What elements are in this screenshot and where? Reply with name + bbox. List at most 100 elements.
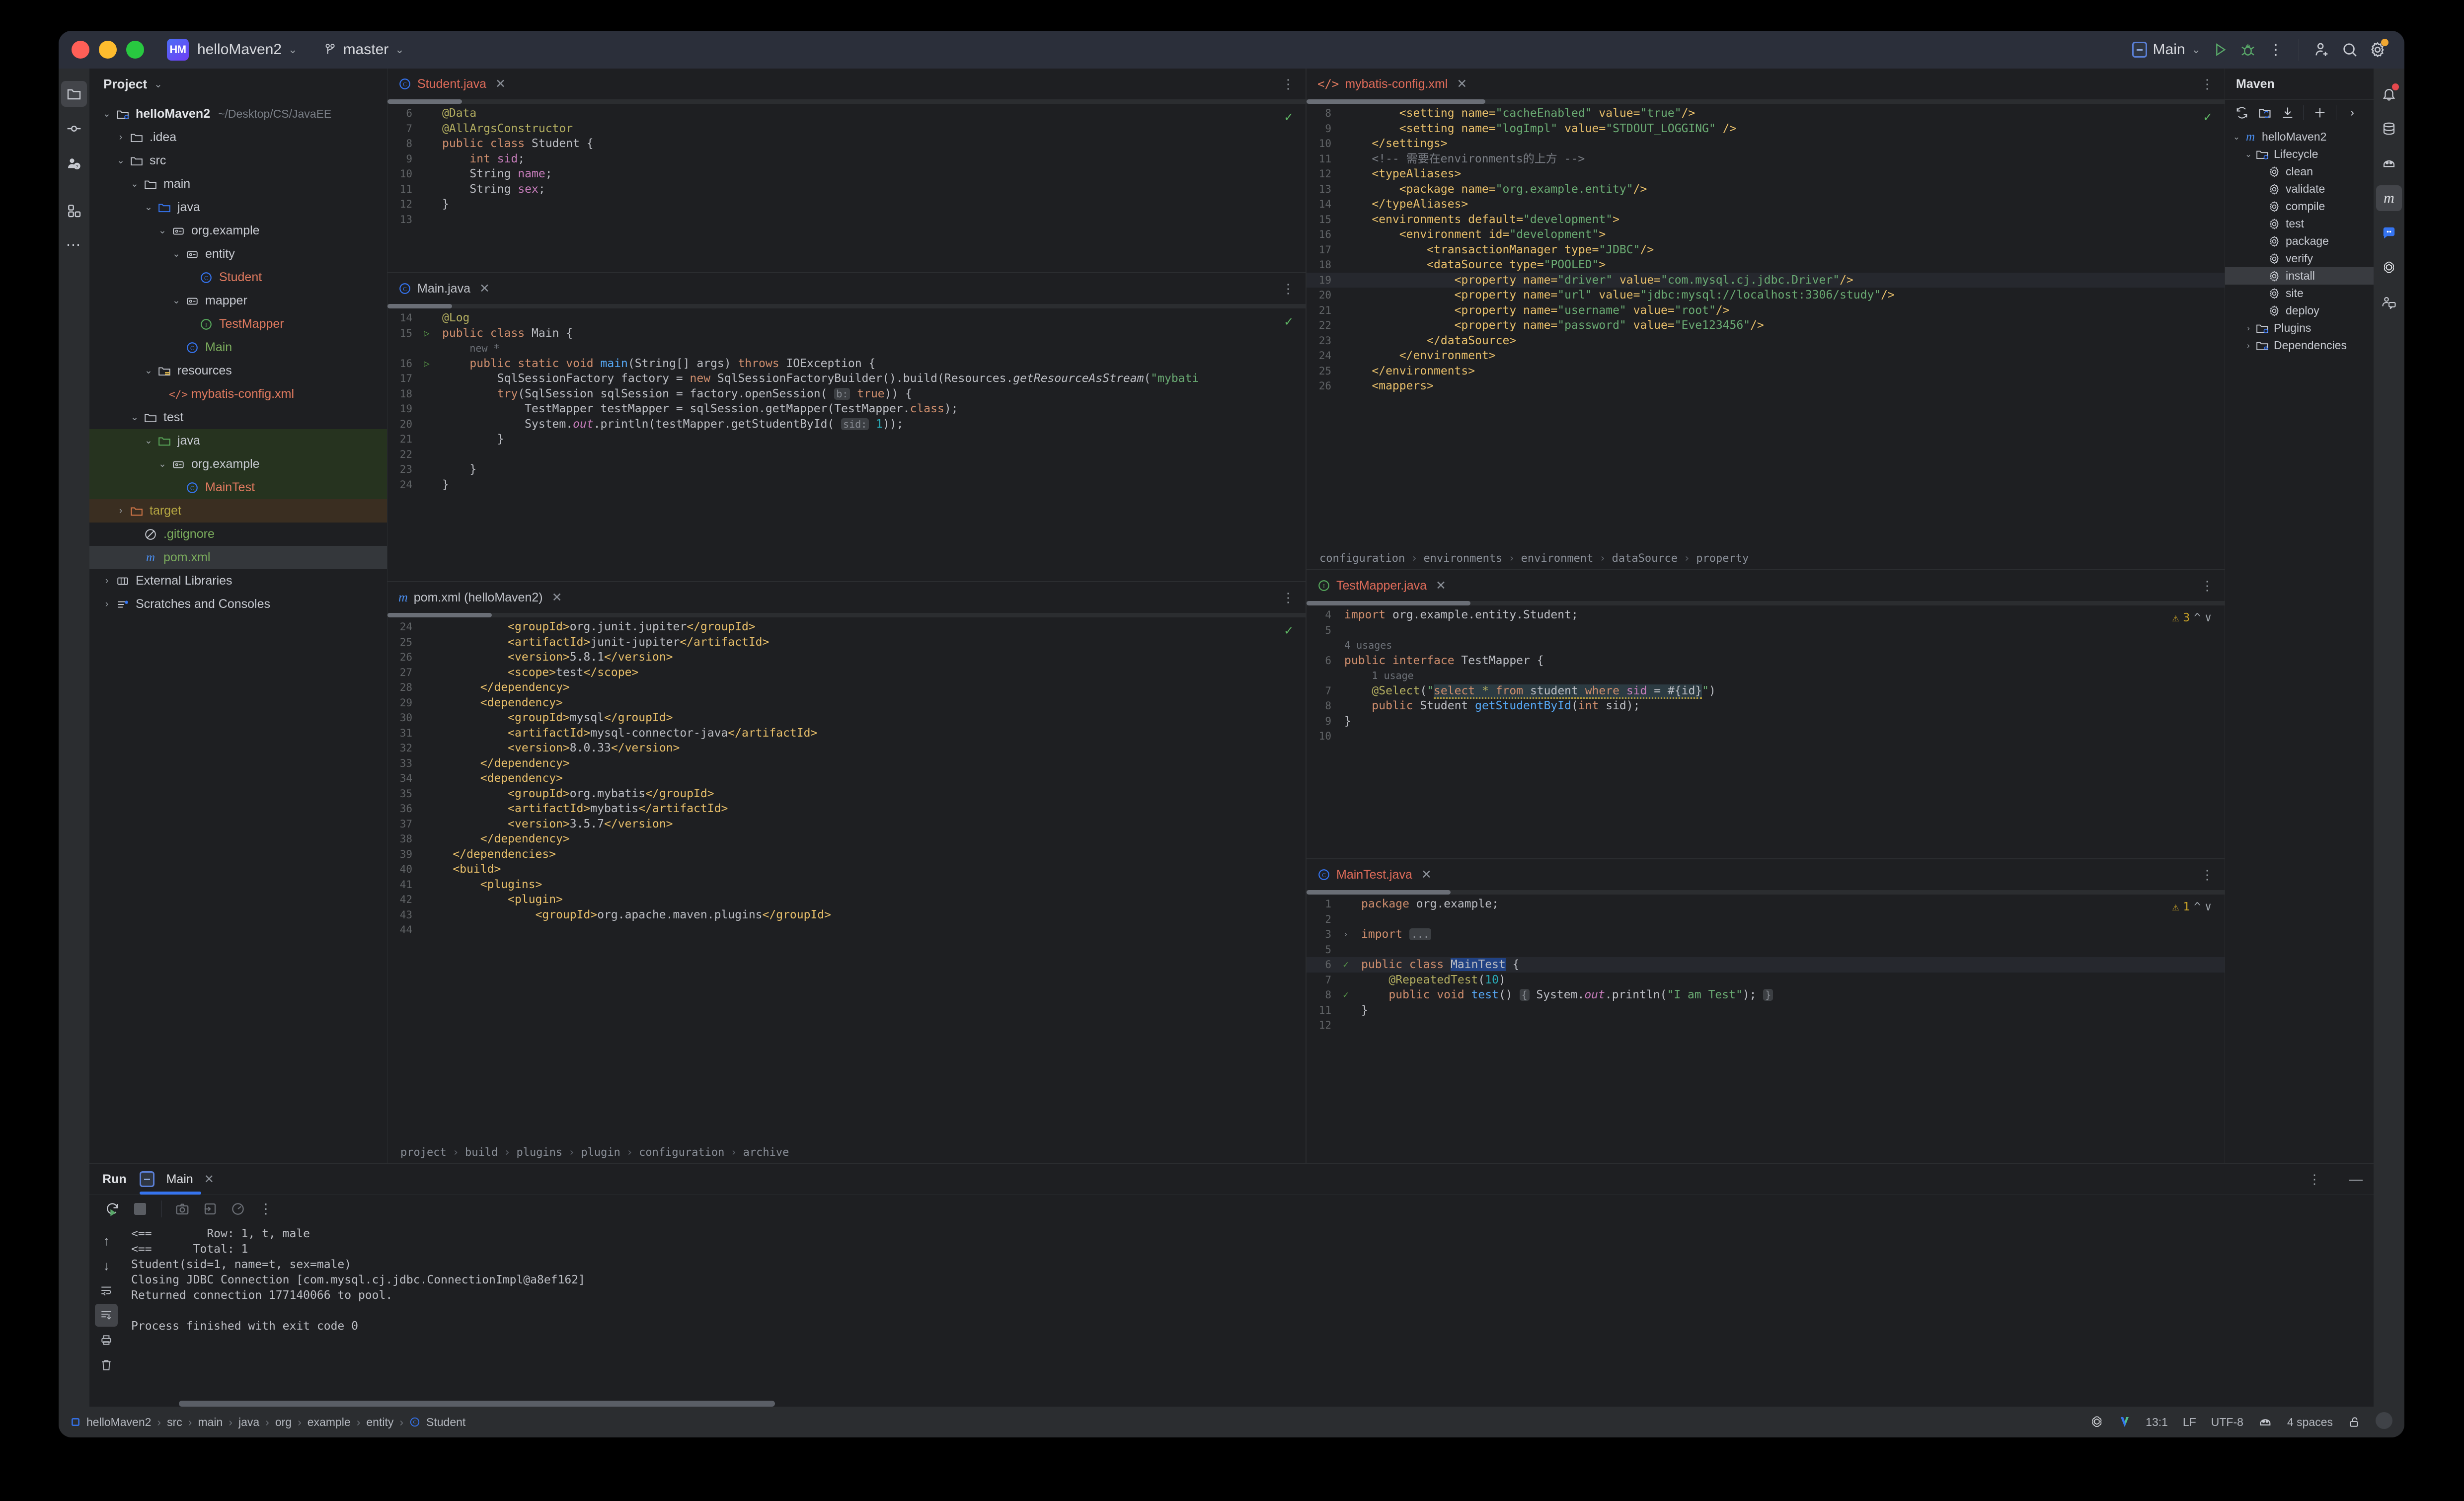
screenshot-button[interactable] bbox=[169, 1196, 195, 1222]
tab-maintest-java[interactable]: C MainTest.java ✕ ⋮ bbox=[1307, 859, 2225, 890]
expand-maven-toolbar-button[interactable]: › bbox=[2342, 103, 2362, 123]
chevron-down-icon[interactable]: ⌄ bbox=[2230, 132, 2243, 142]
project-tool-window-button[interactable] bbox=[61, 81, 87, 107]
gutter-marker[interactable]: › bbox=[1337, 927, 1354, 942]
maven-tree-item-validate[interactable]: validate bbox=[2225, 180, 2374, 198]
maven-tree-item-clean[interactable]: clean bbox=[2225, 163, 2374, 180]
close-icon[interactable]: ✕ bbox=[1421, 867, 1432, 882]
close-icon[interactable]: ✕ bbox=[495, 76, 506, 91]
gutter-marker[interactable]: ✓ bbox=[1337, 987, 1354, 1003]
kebab-icon[interactable]: ⋮ bbox=[1282, 591, 1295, 604]
console-horizontal-scrollbar[interactable] bbox=[89, 1401, 2374, 1407]
run-configuration-selector[interactable]: Main ⌄ bbox=[2127, 37, 2206, 63]
maven-tree-item-test[interactable]: test bbox=[2225, 215, 2374, 232]
close-icon[interactable]: ✕ bbox=[552, 590, 562, 605]
status-breadcrumb-item[interactable]: main bbox=[198, 1416, 223, 1429]
project-tree-item-testmapper[interactable]: I TestMapper bbox=[89, 312, 387, 336]
export-button[interactable] bbox=[197, 1196, 223, 1222]
gutter-marker[interactable]: ▷ bbox=[418, 356, 435, 372]
clear-all-button[interactable] bbox=[95, 1353, 118, 1376]
search-everywhere-button[interactable] bbox=[2336, 36, 2364, 64]
more-actions-button[interactable]: ⋮ bbox=[2262, 36, 2290, 64]
run-tab-main[interactable]: Main ✕ bbox=[139, 1164, 214, 1195]
maven-tool-window-button[interactable]: m bbox=[2376, 185, 2402, 211]
code-with-me-rail-button[interactable] bbox=[2376, 290, 2402, 315]
breadcrumb-item[interactable]: plugin bbox=[581, 1146, 620, 1159]
close-icon[interactable]: ✕ bbox=[1457, 76, 1467, 91]
scroll-to-end-button[interactable] bbox=[95, 1304, 118, 1327]
project-tree-item-main[interactable]: C Main bbox=[89, 336, 387, 359]
maven-tree-item-deploy[interactable]: deploy bbox=[2225, 302, 2374, 319]
chevron-right-icon[interactable]: › bbox=[99, 599, 114, 610]
caret-position[interactable]: 13:1 bbox=[2146, 1416, 2168, 1429]
project-tree-item-main[interactable]: ⌄ main bbox=[89, 172, 387, 196]
next-problem-icon[interactable]: ∨ bbox=[2205, 610, 2212, 626]
line-separator[interactable]: LF bbox=[2183, 1416, 2196, 1429]
project-tree-item-student[interactable]: C Student bbox=[89, 266, 387, 289]
run-button[interactable] bbox=[2206, 36, 2234, 64]
rerun-button[interactable] bbox=[99, 1196, 125, 1222]
chevron-down-icon[interactable]: ⌄ bbox=[155, 458, 170, 470]
project-tree-item-entity[interactable]: ⌄ entity bbox=[89, 242, 387, 266]
tab-mybatis-config-xml[interactable]: </> mybatis-config.xml ✕ ⋮ bbox=[1307, 69, 2225, 99]
project-tree-item-maintest[interactable]: C MainTest bbox=[89, 476, 387, 499]
kebab-icon[interactable]: ⋮ bbox=[1282, 282, 1295, 295]
status-breadcrumb-item[interactable]: example bbox=[308, 1416, 351, 1429]
close-icon[interactable]: ✕ bbox=[479, 281, 490, 296]
prev-problem-icon[interactable]: ^ bbox=[2194, 610, 2201, 626]
breadcrumb-item[interactable]: configuration bbox=[639, 1146, 724, 1159]
project-tree-item-mybatis-config-xml[interactable]: </> mybatis-config.xml bbox=[89, 382, 387, 406]
horizontal-scrollbar[interactable] bbox=[387, 304, 1306, 308]
chevron-down-icon[interactable]: ⌄ bbox=[169, 295, 184, 306]
debug-button[interactable] bbox=[2234, 36, 2262, 64]
maven-tree-item-compile[interactable]: compile bbox=[2225, 198, 2374, 215]
project-tree-item-test[interactable]: ⌄ test bbox=[89, 406, 387, 429]
chevron-down-icon[interactable]: ⌄ bbox=[169, 248, 184, 260]
chevron-down-icon[interactable]: ⌄ bbox=[99, 108, 114, 120]
stop-button[interactable] bbox=[127, 1196, 153, 1222]
horizontal-scrollbar[interactable] bbox=[387, 613, 1306, 617]
breadcrumb-item[interactable]: environment bbox=[1521, 552, 1594, 565]
project-tree-item-hellomaven2[interactable]: ⌄ helloMaven2 ~/Desktop/CS/JavaEE bbox=[89, 102, 387, 126]
reload-all-maven-projects-button[interactable] bbox=[2232, 103, 2252, 123]
maven-tree-item-package[interactable]: package bbox=[2225, 232, 2374, 250]
chevron-down-icon[interactable]: ⌄ bbox=[127, 178, 142, 190]
chevron-right-icon[interactable]: › bbox=[113, 506, 128, 517]
ai-assistant-status-icon[interactable] bbox=[2258, 1415, 2272, 1429]
project-tree-item-java[interactable]: ⌄ java bbox=[89, 196, 387, 219]
chevron-right-icon[interactable]: › bbox=[2242, 323, 2255, 333]
status-breadcrumb-item[interactable]: java bbox=[238, 1416, 259, 1429]
project-tree-item-target[interactable]: › target bbox=[89, 499, 387, 523]
database-button[interactable] bbox=[2376, 116, 2402, 142]
status-breadcrumb-item[interactable]: Student bbox=[426, 1416, 465, 1429]
tab-student-java[interactable]: C Student.java ✕ ⋮ bbox=[387, 69, 1306, 99]
code-with-me-button[interactable] bbox=[2308, 36, 2336, 64]
project-tree-item-src[interactable]: ⌄ src bbox=[89, 149, 387, 172]
project-tree-item-org-example[interactable]: ⌄ org.example bbox=[89, 219, 387, 242]
kebab-icon[interactable]: ⋮ bbox=[1282, 77, 1295, 90]
more-run-options-button[interactable]: ⋮ bbox=[253, 1196, 279, 1222]
maven-tree-item-install[interactable]: install bbox=[2225, 267, 2374, 285]
project-tree-item-resources[interactable]: ⌄ resources bbox=[89, 359, 387, 382]
project-tree-item-scratches-and-consoles[interactable]: › Scratches and Consoles bbox=[89, 593, 387, 616]
chevron-right-icon[interactable]: › bbox=[99, 576, 114, 587]
maven-tree-item-dependencies[interactable]: › Dependencies bbox=[2225, 337, 2374, 354]
add-maven-project-button[interactable] bbox=[2310, 103, 2330, 123]
openai-button[interactable] bbox=[2376, 255, 2402, 281]
status-breadcrumb-item[interactable]: src bbox=[167, 1416, 182, 1429]
chevron-down-icon[interactable]: ⌄ bbox=[155, 225, 170, 236]
run-console-output[interactable]: <== Row: 1, t, male <== Total: 1 Student(s… bbox=[123, 1222, 2374, 1401]
memory-indicator[interactable] bbox=[2376, 1412, 2392, 1432]
project-tree-item--gitignore[interactable]: .gitignore bbox=[89, 523, 387, 546]
inspection-warning-indicator[interactable]: ⚠ 1 ^ ∨ bbox=[2172, 900, 2212, 915]
kebab-icon[interactable]: ⋮ bbox=[2201, 579, 2214, 592]
commit-tool-window-button[interactable] bbox=[61, 116, 87, 142]
horizontal-scrollbar[interactable] bbox=[1307, 890, 2225, 895]
inspection-warning-indicator[interactable]: ⚠ 3 ^ ∨ bbox=[2172, 610, 2212, 626]
ai-assistant-button[interactable] bbox=[2376, 150, 2402, 176]
chevron-right-icon[interactable]: › bbox=[2242, 341, 2255, 351]
gutter-marker[interactable]: ▷ bbox=[418, 326, 435, 341]
close-icon[interactable]: ✕ bbox=[1436, 578, 1446, 593]
checkmark-v-icon[interactable] bbox=[2119, 1415, 2131, 1429]
chevron-right-icon[interactable]: › bbox=[113, 132, 128, 143]
